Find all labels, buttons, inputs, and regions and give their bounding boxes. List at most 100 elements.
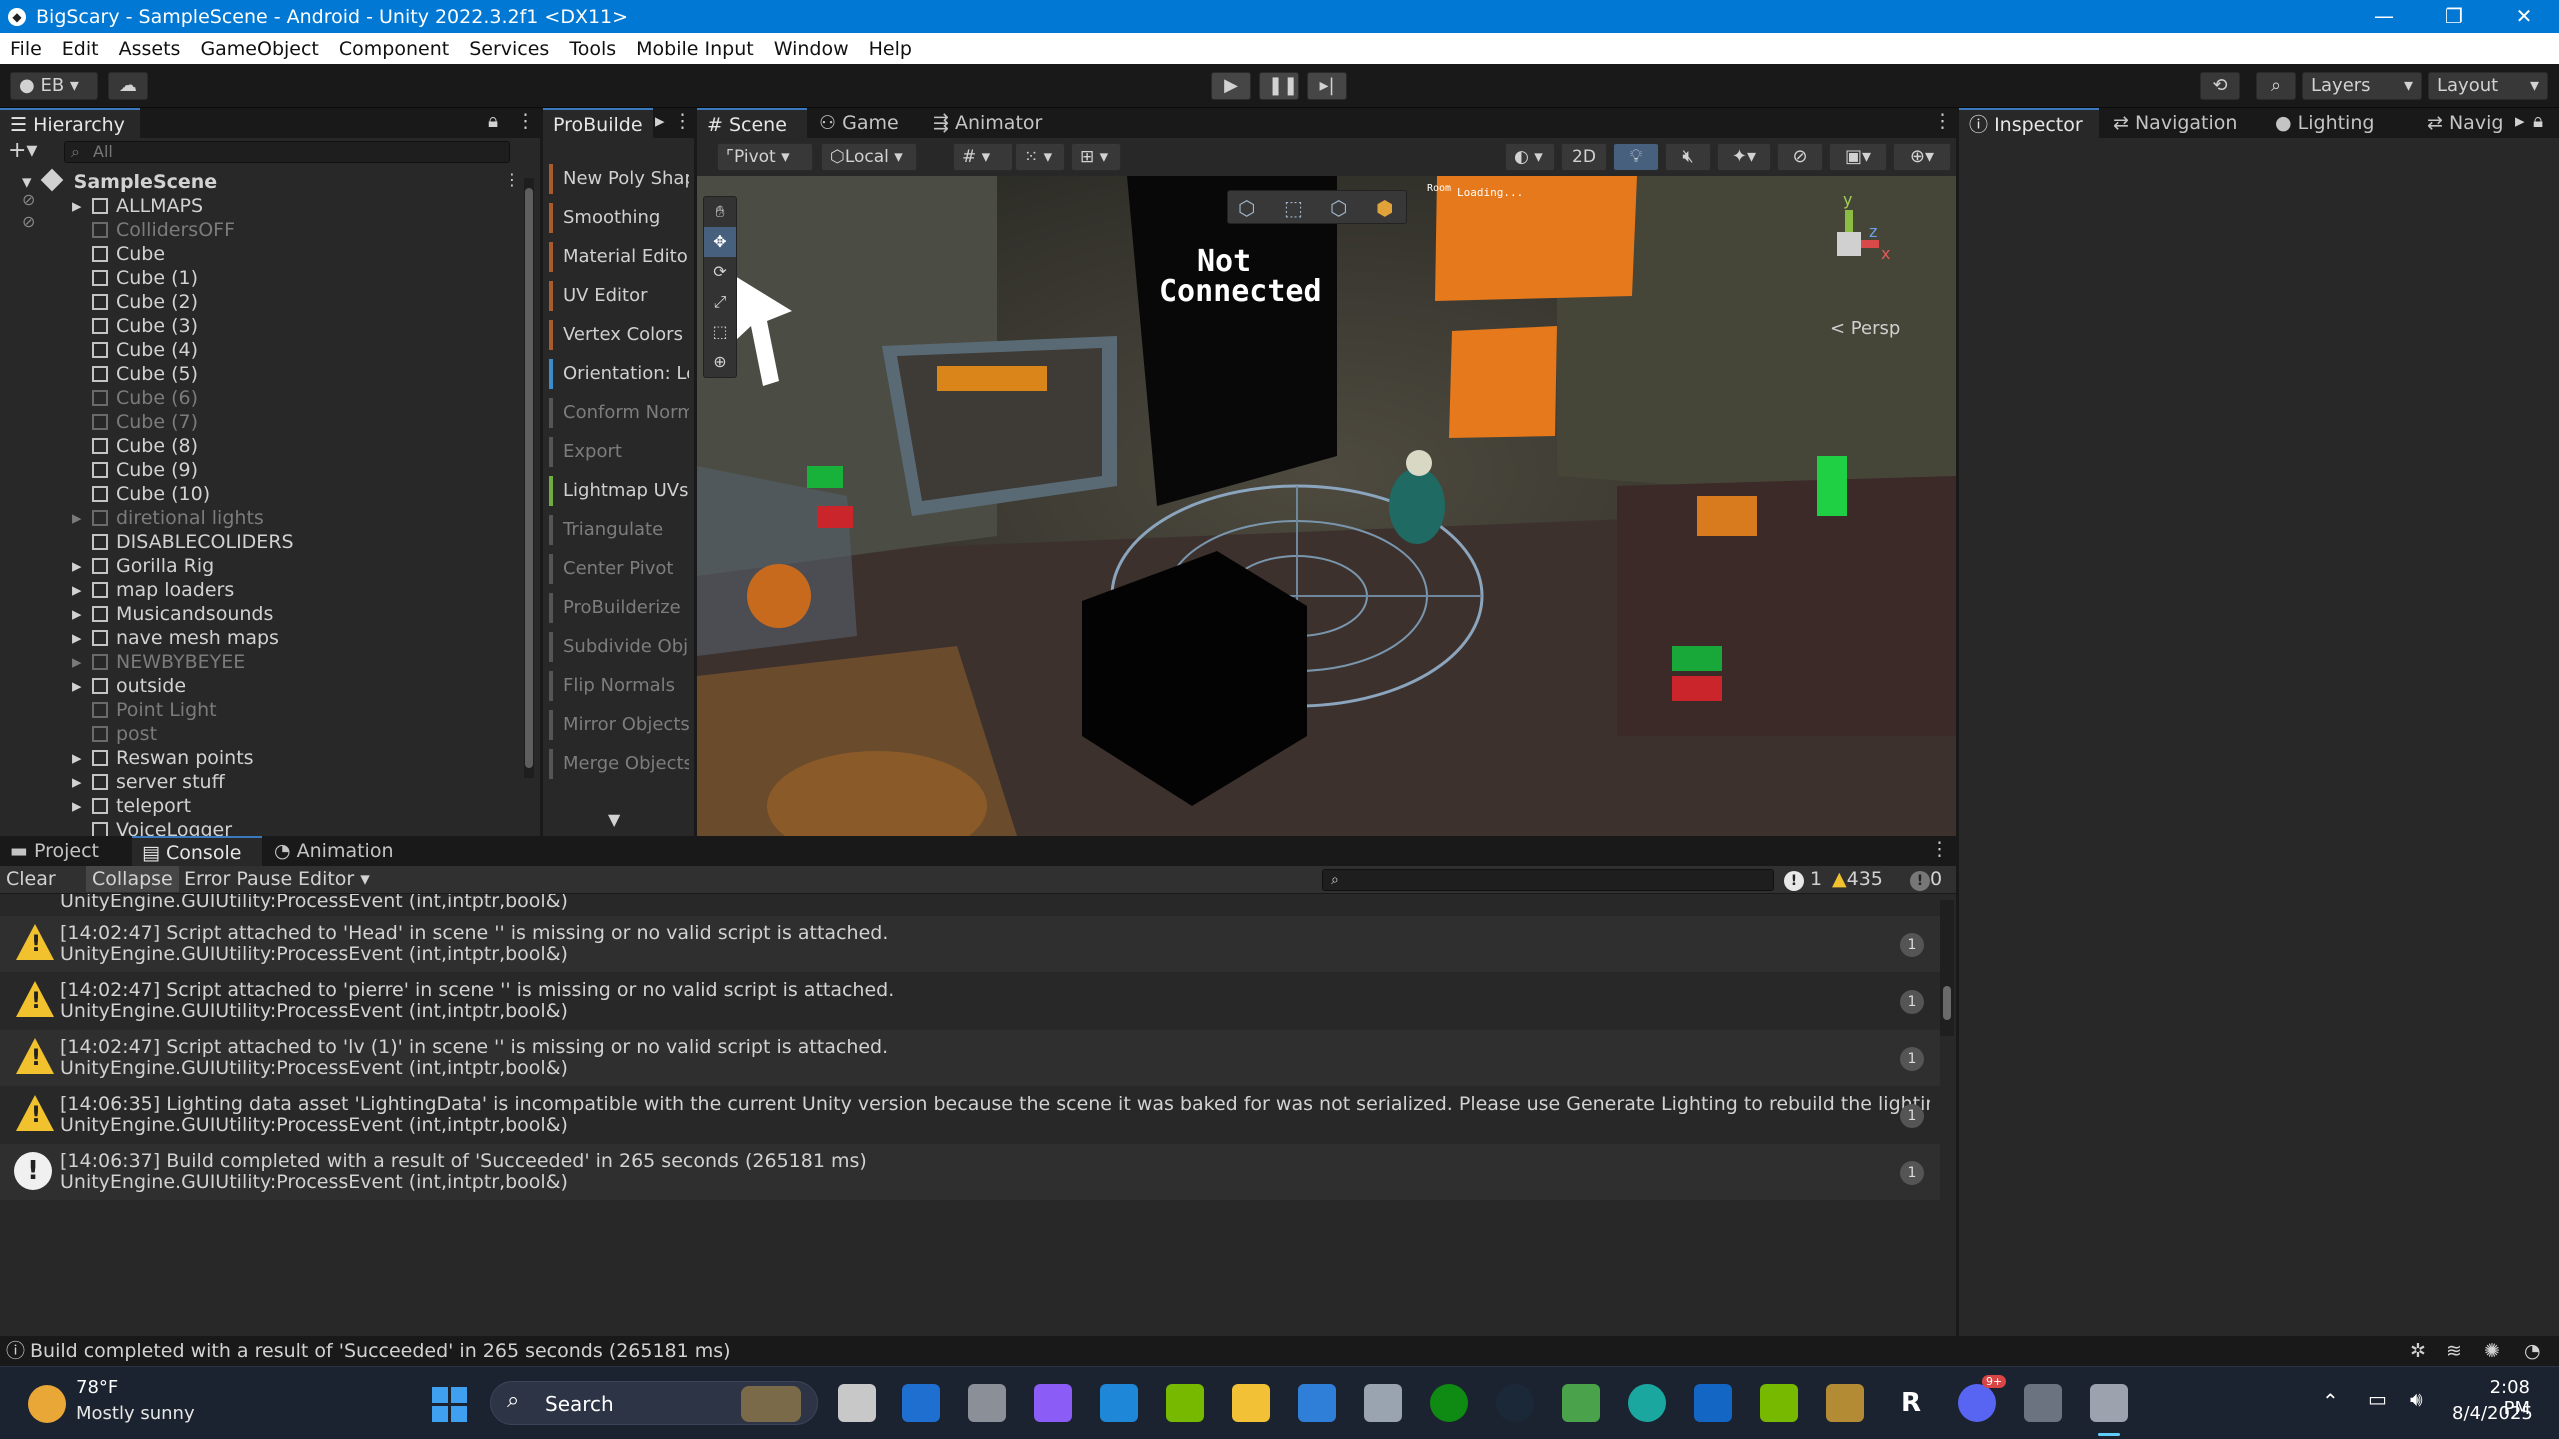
console-scrollbar[interactable]: [1940, 900, 1954, 1036]
file-explorer-icon[interactable]: [1232, 1384, 1270, 1422]
menu-mobile-input[interactable]: Mobile Input: [626, 38, 764, 60]
lock-icon[interactable]: 🔒︎: [2533, 110, 2543, 132]
lighting-toggle-button[interactable]: 💡︎: [1613, 143, 1659, 171]
local-dropdown[interactable]: ⬡Local ▾: [821, 143, 917, 171]
visibility-icon[interactable]: ⊘: [22, 212, 35, 231]
hierarchy-item[interactable]: Cube (8): [76, 434, 198, 458]
effects-dropdown[interactable]: ✦▾: [1717, 143, 1771, 171]
pen-app-icon[interactable]: [1100, 1384, 1138, 1422]
hidden-objects-toggle[interactable]: ⊘: [1777, 143, 1823, 171]
account-dropdown[interactable]: ● EB ▾: [10, 72, 98, 100]
gizmos-dropdown[interactable]: ⊕▾: [1893, 143, 1951, 171]
expand-arrow-icon[interactable]: ▸: [72, 578, 82, 602]
unity-editor-icon[interactable]: [2090, 1384, 2128, 1422]
expand-arrow-icon[interactable]: ▸: [72, 506, 82, 530]
tab-navigation[interactable]: ⇄ Navigation: [2103, 108, 2263, 138]
tab-scroll-right-icon[interactable]: ▸: [655, 110, 665, 132]
transform-tool-icon[interactable]: ⊕: [704, 347, 736, 377]
scene-root[interactable]: ▾ SampleScene: [22, 168, 217, 194]
layers-dropdown[interactable]: Layers ▾: [2302, 72, 2422, 100]
rect-tool-icon[interactable]: ⬚: [704, 317, 736, 347]
face-mode-icon[interactable]: ⬢: [1376, 196, 1393, 220]
game-app-icon[interactable]: [1826, 1384, 1864, 1422]
tab-animation[interactable]: ◔ Animation: [264, 836, 424, 866]
expand-arrow-icon[interactable]: ▸: [72, 794, 82, 818]
snap-increment-dropdown[interactable]: ⁙ ▾: [1015, 143, 1065, 171]
play-button[interactable]: ▶: [1211, 72, 1251, 100]
menu-edit[interactable]: Edit: [52, 38, 109, 60]
clock-date[interactable]: 8/4/2025: [2452, 1403, 2533, 1424]
windows-start-icon[interactable]: [432, 1387, 468, 1423]
object-mode-icon[interactable]: ⬡: [1238, 196, 1255, 220]
scroll-down-icon[interactable]: ▼: [608, 810, 620, 829]
menu-tools[interactable]: Tools: [559, 38, 626, 60]
scene-viewport[interactable]: Room Loading... Not Connected ✋︎ ✥ ⟳ ⤢ ⬚…: [697, 176, 1956, 836]
geforce-icon[interactable]: [1760, 1384, 1798, 1422]
hierarchy-item[interactable]: ▸ ALLMAPS: [72, 194, 203, 218]
hierarchy-search-input[interactable]: ⌕ All: [64, 141, 510, 163]
hierarchy-item[interactable]: Cube (10): [76, 482, 210, 506]
scrollbar-thumb[interactable]: [525, 188, 533, 768]
expand-arrow-icon[interactable]: ▸: [72, 770, 82, 794]
more-options-icon[interactable]: ⋮: [673, 110, 692, 132]
hierarchy-item[interactable]: ▸ server stuff: [72, 770, 225, 794]
menu-component[interactable]: Component: [329, 38, 459, 60]
menu-help[interactable]: Help: [859, 38, 922, 60]
console-log-row[interactable]: ! [14:06:37] Build completed with a resul…: [0, 1144, 1940, 1200]
close-button[interactable]: ✕: [2489, 0, 2559, 33]
console-search-input[interactable]: ⌕: [1322, 869, 1774, 891]
hierarchy-scrollbar[interactable]: [524, 178, 534, 778]
steam-icon[interactable]: [1496, 1384, 1534, 1422]
scene-menu-icon[interactable]: ⋮: [504, 170, 520, 189]
clear-button[interactable]: Clear: [6, 866, 56, 892]
edge-mode-icon[interactable]: ⬡: [1330, 196, 1347, 220]
temperature-label[interactable]: 78°F: [76, 1377, 118, 1398]
hierarchy-item[interactable]: CollidersOFF: [76, 218, 235, 242]
warning-filter-toggle[interactable]: ▲435: [1832, 866, 1883, 892]
lock-icon[interactable]: 🔒︎: [488, 110, 498, 132]
camera-app-icon[interactable]: [968, 1384, 1006, 1422]
hierarchy-item[interactable]: DISABLECOLIDERS: [76, 530, 294, 554]
pivot-dropdown[interactable]: ⌜Pivot ▾: [717, 143, 813, 171]
hierarchy-item[interactable]: Point Light: [76, 698, 217, 722]
expand-arrow-icon[interactable]: ▸: [72, 554, 82, 578]
scrollbar-thumb[interactable]: [1943, 986, 1951, 1020]
taskbar-search-box[interactable]: ⌕ Search: [490, 1381, 818, 1425]
maximize-button[interactable]: ❐: [2419, 0, 2489, 33]
undo-history-button[interactable]: ⟲: [2200, 72, 2240, 100]
photos-icon[interactable]: [1298, 1384, 1336, 1422]
orientation-gizmo[interactable]: y z x: [1807, 190, 1897, 286]
xbox-icon[interactable]: [1430, 1384, 1468, 1422]
tab-lighting[interactable]: ● Lighting: [2265, 108, 2415, 138]
hierarchy-item[interactable]: ▸ Musicandsounds: [72, 602, 273, 626]
expand-arrow-icon[interactable]: ▸: [72, 194, 82, 218]
probuilder-tool-button[interactable]: Vertex Colors: [549, 320, 689, 350]
hierarchy-item[interactable]: Cube (2): [76, 290, 198, 314]
tab-hierarchy[interactable]: ☰ Hierarchy: [0, 108, 140, 138]
hierarchy-item[interactable]: Cube (6): [76, 386, 198, 410]
console-log-row[interactable]: [14:02:47] Script attached to 'lv (1)' i…: [0, 1030, 1940, 1086]
more-options-icon[interactable]: ⋮: [1930, 838, 1949, 860]
move-tool-icon[interactable]: ✥: [704, 227, 736, 257]
auto-generate-lighting-icon[interactable]: ✺: [2484, 1336, 2500, 1366]
more-options-icon[interactable]: ⋮: [1933, 110, 1952, 132]
audio-toggle-button[interactable]: 🔇︎: [1665, 143, 1711, 171]
hierarchy-item[interactable]: Cube: [76, 242, 165, 266]
expand-arrow-icon[interactable]: ▸: [72, 602, 82, 626]
hierarchy-item[interactable]: Cube (3): [76, 314, 198, 338]
ruler-dropdown[interactable]: ⊞ ▾: [1071, 143, 1121, 171]
expand-arrow-icon[interactable]: ▸: [72, 674, 82, 698]
hierarchy-item[interactable]: Cube (1): [76, 266, 198, 290]
hierarchy-item[interactable]: ▸ nave mesh maps: [72, 626, 279, 650]
discord-icon[interactable]: [1958, 1384, 1996, 1422]
info-filter-toggle[interactable]: ! 1: [1784, 866, 1822, 892]
chevron-up-icon[interactable]: ⌃: [2322, 1389, 2339, 1413]
outlook-icon[interactable]: [1694, 1384, 1732, 1422]
probuilder-tool-button[interactable]: Mirror Objects: [549, 710, 689, 740]
hand-tool-icon[interactable]: ✋︎: [704, 197, 736, 227]
probuilder-tool-button[interactable]: Center Pivot: [549, 554, 689, 584]
status-message[interactable]: Build completed with a result of 'Succee…: [30, 1336, 731, 1366]
scale-tool-icon[interactable]: ⤢: [704, 287, 736, 317]
probuilder-tool-button[interactable]: Orientation: Local: [549, 359, 689, 389]
tab-game[interactable]: ⚇ Game: [809, 108, 919, 138]
